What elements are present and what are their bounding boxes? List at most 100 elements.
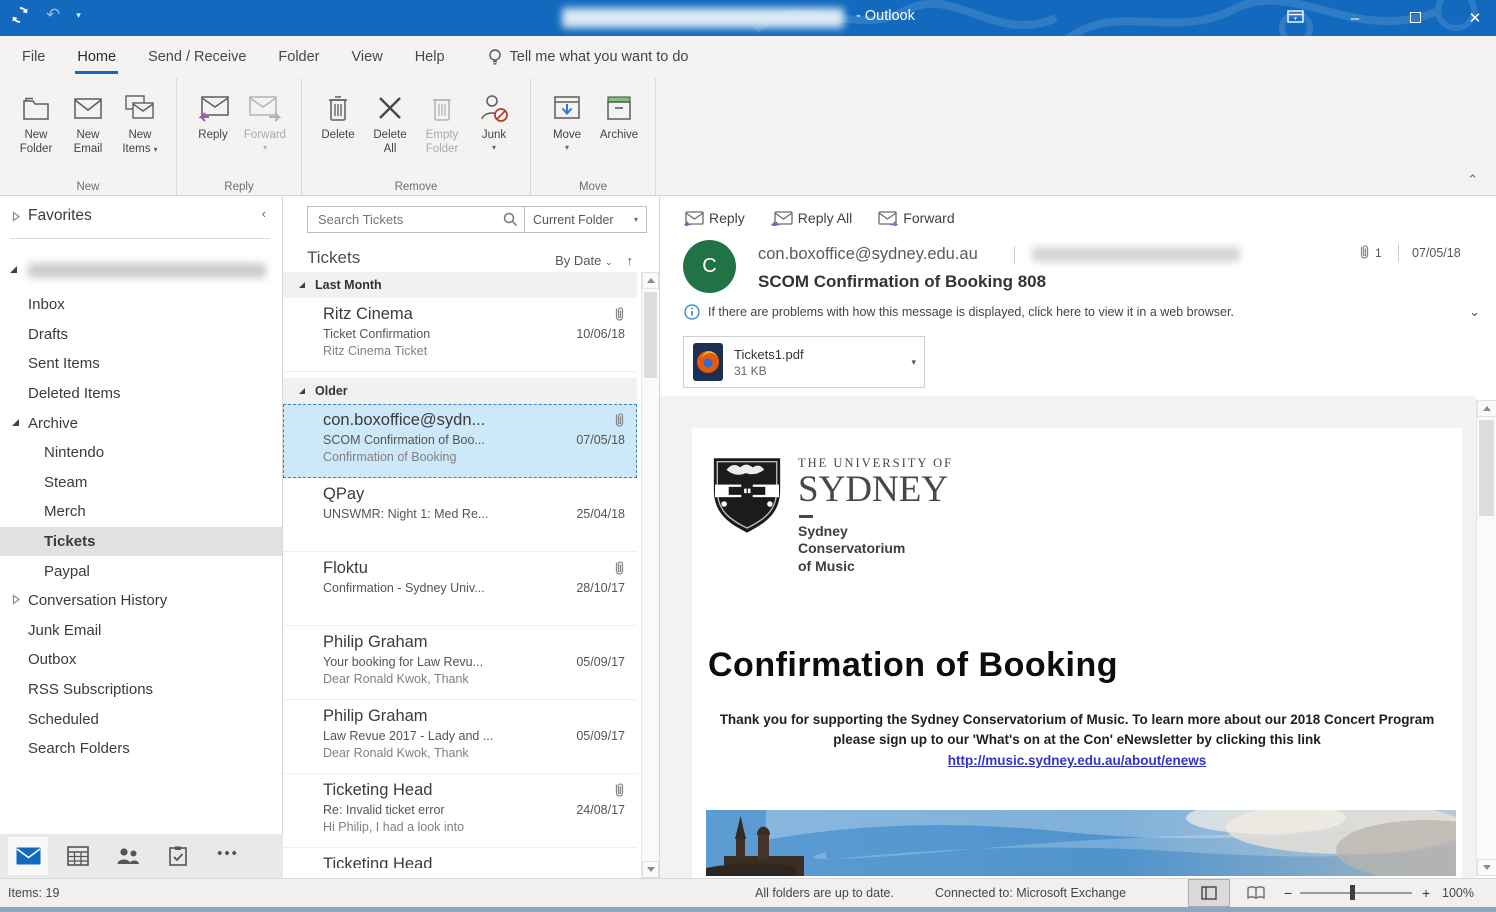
search-icon[interactable] xyxy=(503,212,518,227)
scroll-down-button[interactable] xyxy=(1477,859,1496,876)
chevron-down-icon[interactable]: ⌄ xyxy=(1469,304,1480,320)
tab-view[interactable]: View xyxy=(336,36,399,78)
reply-envelope-icon xyxy=(684,211,704,226)
nav-more-button[interactable]: ••• xyxy=(208,837,248,875)
sender-avatar[interactable]: C xyxy=(683,240,736,293)
folder-rss-subscriptions[interactable]: RSS Subscriptions xyxy=(0,675,282,705)
undo-icon[interactable]: ↶ xyxy=(46,5,60,25)
tab-file[interactable]: File xyxy=(6,36,61,78)
message-row[interactable]: Ritz Cinema Ticket Confirmation10/06/18 … xyxy=(283,298,637,372)
sort-dropdown[interactable]: By Date ⌄ xyxy=(555,253,612,268)
group-header-last-month[interactable]: Last Month xyxy=(283,272,637,298)
zoom-out-button[interactable]: − xyxy=(1284,885,1292,901)
delete-all-button[interactable]: DeleteAll xyxy=(364,84,416,157)
scrollbar-thumb[interactable] xyxy=(644,292,657,378)
message-row-selected[interactable]: con.boxoffice@sydn... SCOM Confirmation … xyxy=(283,404,637,478)
attachment-chip[interactable]: Tickets1.pdf 31 KB ▾ xyxy=(683,336,925,388)
message-row[interactable]: Ticketing Head Re: Invalid ticket error2… xyxy=(283,774,637,848)
tab-help[interactable]: Help xyxy=(399,36,461,78)
scroll-down-button[interactable] xyxy=(642,861,659,878)
attachment-name: Tickets1.pdf xyxy=(734,347,804,362)
enews-link[interactable]: http://music.sydney.edu.au/about/enews xyxy=(706,751,1448,771)
folder-archive[interactable]: Archive xyxy=(0,408,282,438)
send-receive-icon[interactable] xyxy=(10,5,30,25)
tell-me-box[interactable]: Tell me what you want to do xyxy=(487,48,689,66)
folder-outbox[interactable]: Outbox xyxy=(0,645,282,675)
qat-customize-icon[interactable]: ▾ xyxy=(76,10,81,21)
reading-view-button[interactable] xyxy=(1238,879,1274,907)
folder-drafts[interactable]: Drafts xyxy=(0,320,282,350)
message-row[interactable]: Philip Graham Law Revue 2017 - Lady and … xyxy=(283,700,637,774)
folder-deleted-items[interactable]: Deleted Items xyxy=(0,379,282,409)
close-button[interactable]: ✕ xyxy=(1462,9,1488,27)
attachment-dropdown-icon[interactable]: ▾ xyxy=(911,357,916,368)
folder-search-folders[interactable]: Search Folders xyxy=(0,734,282,764)
scroll-up-button[interactable] xyxy=(1477,400,1496,417)
folder-conversation-history[interactable]: Conversation History xyxy=(0,586,282,616)
forward-quick-button[interactable]: Forward xyxy=(878,210,954,226)
nav-calendar-button[interactable] xyxy=(58,837,98,875)
move-button[interactable]: Move ▾ xyxy=(541,84,593,152)
pdf-firefox-icon xyxy=(692,342,724,382)
expand-expanded-icon[interactable] xyxy=(12,419,19,426)
sender-address[interactable]: con.boxoffice@sydney.edu.au xyxy=(758,245,978,264)
folder-paypal[interactable]: Paypal xyxy=(0,556,282,586)
folder-steam[interactable]: Steam xyxy=(0,468,282,498)
new-email-icon xyxy=(72,88,104,128)
message-list-scrollbar[interactable] xyxy=(641,272,659,878)
expand-collapsed-icon[interactable] xyxy=(12,594,20,605)
zoom-in-button[interactable]: + xyxy=(1422,885,1430,901)
empty-folder-button[interactable]: EmptyFolder xyxy=(416,84,468,157)
new-email-button[interactable]: NewEmail xyxy=(62,84,114,157)
favorites-header[interactable]: Favorites ‹ xyxy=(0,202,282,230)
minimize-folder-pane-icon[interactable]: ‹ xyxy=(262,206,266,221)
folder-tickets[interactable]: Tickets xyxy=(0,527,282,557)
minimize-button[interactable]: – xyxy=(1342,10,1368,27)
folder-sent-items[interactable]: Sent Items xyxy=(0,349,282,379)
delete-button[interactable]: Delete xyxy=(312,84,364,142)
message-list: Last Month Ritz Cinema Ticket Confirmati… xyxy=(283,272,637,878)
scrollbar-thumb[interactable] xyxy=(1479,420,1494,516)
normal-view-button[interactable] xyxy=(1188,879,1230,907)
reply-all-quick-button[interactable]: Reply All xyxy=(771,210,852,226)
message-row[interactable]: Floktu Confirmation - Sydney Univ...28/1… xyxy=(283,552,637,626)
search-input[interactable] xyxy=(316,211,503,228)
zoom-slider-track[interactable] xyxy=(1300,892,1412,894)
zoom-level[interactable]: 100% xyxy=(1442,886,1474,900)
ribbon-display-options-icon[interactable] xyxy=(1282,10,1308,27)
message-row[interactable]: Ticketing Head xyxy=(283,848,637,868)
search-scope-dropdown[interactable]: Current Folder ▾ xyxy=(525,206,647,233)
tab-home[interactable]: Home xyxy=(61,36,132,78)
nav-mail-button[interactable] xyxy=(8,837,48,875)
folder-nintendo[interactable]: Nintendo xyxy=(0,438,282,468)
reading-pane-scrollbar[interactable] xyxy=(1476,400,1496,876)
search-box[interactable] xyxy=(307,206,525,233)
forward-button[interactable]: Forward ▾ xyxy=(239,84,291,152)
message-row[interactable]: QPay UNSWMR: Night 1: Med Re...25/04/18 xyxy=(283,478,637,552)
tab-folder[interactable]: Folder xyxy=(262,36,335,78)
nav-tasks-button[interactable] xyxy=(158,837,198,875)
nav-people-button[interactable] xyxy=(108,837,148,875)
archive-icon xyxy=(603,88,635,128)
restore-button[interactable] xyxy=(1402,10,1428,27)
message-info-bar[interactable]: If there are problems with how this mess… xyxy=(684,302,1480,322)
folder-scheduled[interactable]: Scheduled xyxy=(0,704,282,734)
new-items-button[interactable]: NewItems ▾ xyxy=(114,84,166,157)
new-folder-button[interactable]: NewFolder xyxy=(10,84,62,157)
reply-quick-button[interactable]: Reply xyxy=(684,210,745,226)
sort-direction-button[interactable]: ↑ xyxy=(627,253,634,268)
reply-button[interactable]: Reply xyxy=(187,84,239,142)
window-bottom-edge xyxy=(0,907,1496,912)
scroll-up-button[interactable] xyxy=(642,272,659,289)
folder-junk-email[interactable]: Junk Email xyxy=(0,616,282,646)
message-row[interactable]: Philip Graham Your booking for Law Revu.… xyxy=(283,626,637,700)
group-header-older[interactable]: Older xyxy=(283,378,637,404)
tab-send-receive[interactable]: Send / Receive xyxy=(132,36,262,78)
account-row[interactable] xyxy=(0,258,282,284)
zoom-slider-thumb[interactable] xyxy=(1350,885,1355,900)
folder-merch[interactable]: Merch xyxy=(0,497,282,527)
junk-button[interactable]: Junk ▾ xyxy=(468,84,520,152)
archive-button[interactable]: Archive xyxy=(593,84,645,142)
folder-inbox[interactable]: Inbox xyxy=(0,290,282,320)
collapse-ribbon-button[interactable]: ⌃ xyxy=(1467,172,1478,188)
